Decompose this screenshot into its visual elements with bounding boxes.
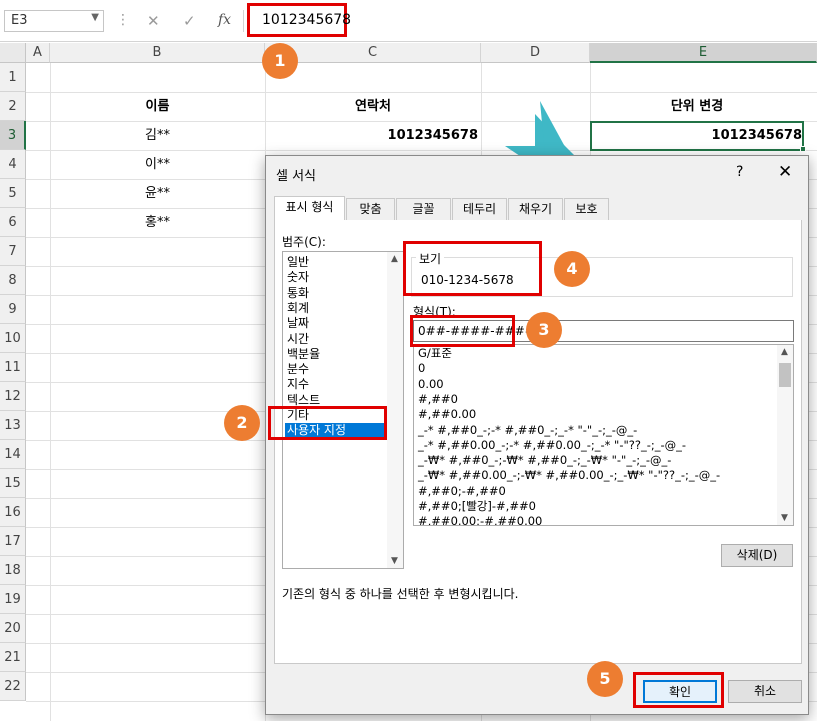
- row-header[interactable]: 20: [0, 614, 26, 643]
- category-item[interactable]: 회계: [287, 301, 309, 316]
- row-header[interactable]: 14: [0, 440, 26, 469]
- format-item[interactable]: 0.00: [418, 377, 444, 393]
- format-item[interactable]: _-₩* #,##0.00_-;-₩* #,##0.00_-;_-₩* "-"?…: [418, 468, 720, 484]
- format-item[interactable]: _-* #,##0_-;-* #,##0_-;_-* "-"_-;_-@_-: [418, 423, 637, 439]
- row-header[interactable]: 17: [0, 527, 26, 556]
- sample-highlight: [403, 241, 542, 296]
- row-header[interactable]: 10: [0, 324, 26, 353]
- callout-1: 1: [262, 43, 298, 79]
- format-item[interactable]: _-* #,##0.00_-;-* #,##0.00_-;_-* "-"??_-…: [418, 438, 686, 454]
- format-item[interactable]: #,##0;[빨강]-#,##0: [418, 499, 536, 515]
- fill-handle[interactable]: [800, 146, 806, 152]
- scroll-up-icon[interactable]: ▲: [781, 347, 788, 357]
- cell-b6[interactable]: 홍**: [50, 208, 265, 237]
- dialog-title: 셀 서식: [276, 169, 317, 184]
- scroll-up-icon[interactable]: ▲: [391, 254, 398, 264]
- row-header[interactable]: 4: [0, 150, 26, 179]
- column-header-b[interactable]: B: [50, 43, 265, 63]
- category-item[interactable]: 숫자: [287, 270, 309, 285]
- format-scrollbar[interactable]: ▲ ▼: [777, 345, 793, 525]
- category-item[interactable]: 지수: [287, 377, 309, 392]
- row-header[interactable]: 16: [0, 498, 26, 527]
- row-header[interactable]: 12: [0, 382, 26, 411]
- row-header[interactable]: 3: [0, 121, 26, 150]
- category-item[interactable]: 날짜: [287, 316, 309, 331]
- category-item[interactable]: 일반: [287, 255, 309, 270]
- scroll-thumb[interactable]: [779, 363, 791, 387]
- ok-highlight: [633, 672, 724, 708]
- cell-c3[interactable]: 1012345678: [265, 121, 478, 150]
- tab-protection[interactable]: 보호: [564, 198, 609, 220]
- tab-number[interactable]: 표시 형식: [274, 196, 345, 221]
- cell-e2[interactable]: 단위 변경: [590, 92, 804, 121]
- callout-2: 2: [224, 405, 260, 441]
- row-header[interactable]: 5: [0, 179, 26, 208]
- row-header[interactable]: 18: [0, 556, 26, 585]
- category-item[interactable]: 백분율: [287, 347, 320, 362]
- column-header-d[interactable]: D: [481, 43, 590, 63]
- row-header[interactable]: 11: [0, 353, 26, 382]
- cell-b5[interactable]: 윤**: [50, 179, 265, 208]
- select-all-corner[interactable]: [0, 43, 26, 63]
- format-item[interactable]: #,##0.00;-#,##0.00: [418, 514, 542, 525]
- callout-3: 3: [526, 312, 562, 348]
- row-header[interactable]: 8: [0, 266, 26, 295]
- format-item[interactable]: 0: [418, 361, 425, 377]
- cancel-icon[interactable]: ✕: [147, 12, 160, 30]
- category-highlight: [268, 406, 387, 440]
- row-header[interactable]: 22: [0, 672, 26, 701]
- formula-bar-separator: ⋮: [116, 12, 130, 28]
- check-icon[interactable]: ✓: [183, 12, 196, 30]
- cell-c2[interactable]: 연락처: [265, 92, 481, 121]
- name-box[interactable]: E3 ▼: [4, 10, 104, 32]
- insert-function-icon[interactable]: fx: [218, 12, 231, 28]
- row-header[interactable]: 9: [0, 295, 26, 324]
- category-item[interactable]: 통화: [287, 286, 309, 301]
- row-header[interactable]: 15: [0, 469, 26, 498]
- tab-alignment[interactable]: 맞춤: [346, 198, 395, 220]
- scroll-down-icon[interactable]: ▼: [391, 556, 398, 566]
- row-header[interactable]: 6: [0, 208, 26, 237]
- tab-border[interactable]: 테두리: [452, 198, 507, 220]
- format-description: 기존의 형식 중 하나를 선택한 후 변형시킵니다.: [282, 587, 519, 601]
- type-highlight: [410, 315, 515, 347]
- delete-button[interactable]: 삭제(D): [721, 544, 793, 567]
- format-item[interactable]: #,##0.00: [418, 407, 476, 423]
- row-header[interactable]: 2: [0, 92, 26, 121]
- callout-5: 5: [587, 661, 623, 697]
- chevron-down-icon[interactable]: ▼: [91, 12, 99, 23]
- tab-font[interactable]: 글꼴: [396, 198, 451, 220]
- tab-fill[interactable]: 채우기: [508, 198, 563, 220]
- format-item[interactable]: #,##0: [418, 392, 458, 408]
- category-label: 범주(C):: [282, 235, 326, 249]
- column-header-e[interactable]: E: [590, 43, 817, 63]
- cell-e3[interactable]: 1012345678: [590, 121, 802, 150]
- category-item[interactable]: 시간: [287, 332, 309, 347]
- format-item[interactable]: #,##0;-#,##0: [418, 484, 506, 500]
- format-item[interactable]: G/표준: [418, 346, 452, 362]
- close-icon[interactable]: ✕: [778, 162, 792, 182]
- row-header[interactable]: 1: [0, 63, 26, 92]
- callout-4: 4: [554, 251, 590, 287]
- cancel-button[interactable]: 취소: [728, 680, 802, 703]
- row-header[interactable]: 7: [0, 237, 26, 266]
- row-header[interactable]: 21: [0, 643, 26, 672]
- column-header-a[interactable]: A: [26, 43, 50, 63]
- row-header[interactable]: 13: [0, 411, 26, 440]
- category-scrollbar[interactable]: ▲ ▼: [387, 252, 403, 568]
- row-header[interactable]: 19: [0, 585, 26, 614]
- cell-b4[interactable]: 이**: [50, 150, 265, 179]
- format-item[interactable]: _-₩* #,##0_-;-₩* #,##0_-;_-₩* "-"_-;_-@_…: [418, 453, 671, 469]
- category-item[interactable]: 분수: [287, 362, 309, 377]
- name-box-value: E3: [11, 13, 28, 28]
- scroll-down-icon[interactable]: ▼: [781, 513, 788, 523]
- cell-b3[interactable]: 김**: [50, 121, 265, 150]
- help-icon[interactable]: ?: [736, 164, 743, 180]
- cell-b2[interactable]: 이름: [50, 92, 265, 121]
- formula-value-text: 1012345678: [262, 12, 352, 28]
- formula-value[interactable]: 1012345678: [247, 3, 351, 37]
- format-list[interactable]: G/표준 0 0.00 #,##0 #,##0.00 _-* #,##0_-;-* #,#…: [413, 344, 794, 526]
